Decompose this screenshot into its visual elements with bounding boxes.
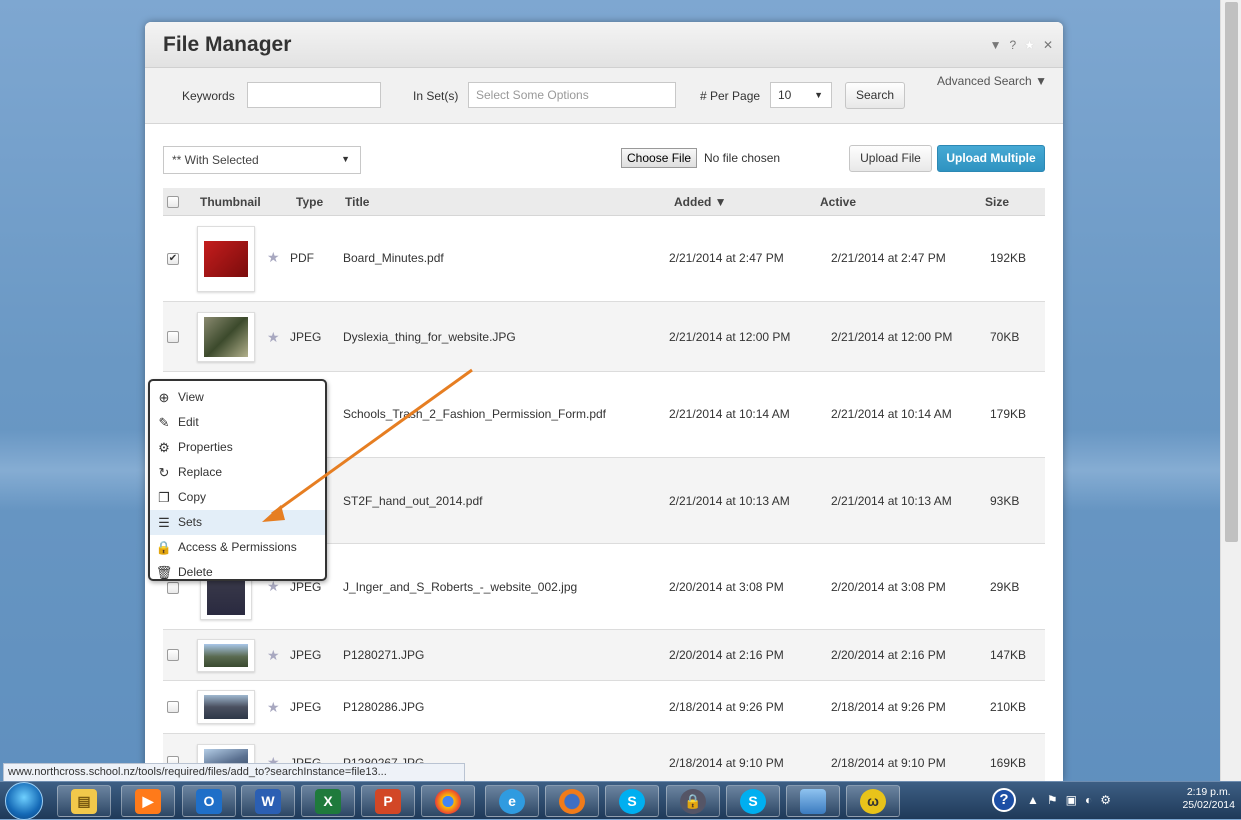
skype-icon[interactable]: S bbox=[726, 785, 780, 817]
word-icon[interactable]: W bbox=[241, 785, 295, 817]
media-player-icon[interactable]: ▶ bbox=[121, 785, 175, 817]
explorer-icon[interactable]: ▤ bbox=[57, 785, 111, 817]
windows-taskbar: ▤ ▶ O W X P e S 🔒 S ω ? ▲⚑▣◐⚙ 2:19 p.m. … bbox=[0, 781, 1241, 820]
skype-icon[interactable]: S bbox=[605, 785, 659, 817]
clock-date: 25/02/2014 bbox=[1182, 799, 1235, 811]
help-tray-icon[interactable]: ? bbox=[992, 788, 1016, 812]
network-icon[interactable]: ω bbox=[846, 785, 900, 817]
annotation-arrow bbox=[262, 368, 473, 522]
firefox-icon[interactable] bbox=[545, 785, 599, 817]
keepass-icon[interactable]: 🔒 bbox=[666, 785, 720, 817]
powerpoint-icon[interactable]: P bbox=[361, 785, 415, 817]
excel-icon[interactable]: X bbox=[301, 785, 355, 817]
clock-time: 2:19 p.m. bbox=[1186, 786, 1231, 798]
photos-icon[interactable] bbox=[786, 785, 840, 817]
clock[interactable]: 2:19 p.m. 25/02/2014 bbox=[1182, 786, 1235, 812]
start-button-icon[interactable] bbox=[5, 782, 43, 820]
outlook-icon[interactable]: O bbox=[182, 785, 236, 817]
chrome-icon[interactable] bbox=[421, 785, 475, 817]
internet-explorer-icon[interactable]: e bbox=[485, 785, 539, 817]
status-bar-url: www.northcross.school.nz/tools/required/… bbox=[3, 763, 465, 782]
system-tray-icons[interactable]: ▲⚑▣◐⚙ bbox=[1027, 793, 1119, 807]
